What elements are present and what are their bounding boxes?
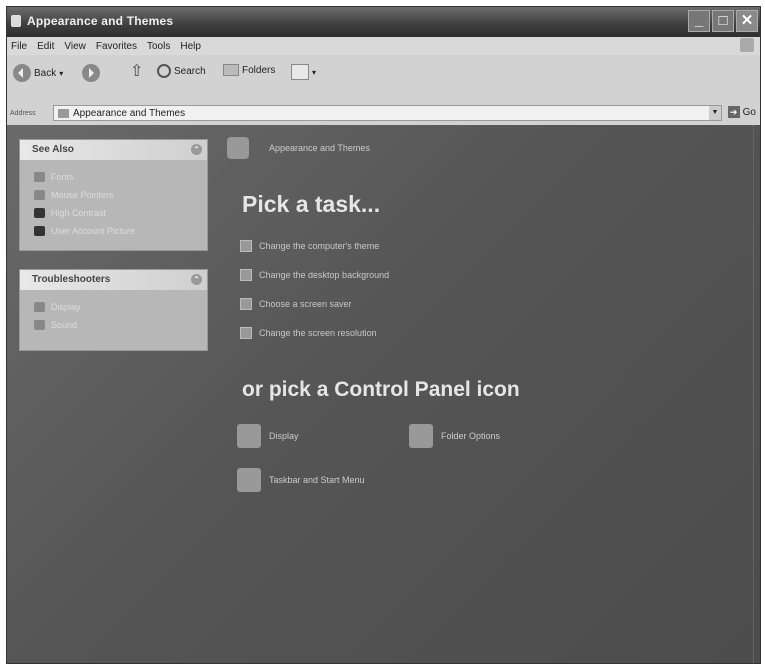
- folder-icon: [11, 15, 21, 27]
- item-label: Fonts: [51, 172, 74, 182]
- menu-tools[interactable]: Tools: [147, 41, 170, 52]
- sound-icon: [34, 320, 45, 330]
- see-also-panel: See Also ⌃ Fonts Mouse Pointers High Con…: [19, 139, 208, 251]
- task-label: Change the desktop background: [259, 270, 390, 280]
- cp-taskbar-start-menu[interactable]: Taskbar and Start Menu: [237, 468, 365, 492]
- cp-label: Display: [269, 431, 299, 441]
- task-screen-resolution[interactable]: Change the screen resolution: [240, 327, 377, 339]
- taskbar-icon: [237, 468, 261, 492]
- troubleshooters-header[interactable]: Troubleshooters ⌃: [20, 270, 207, 290]
- address-label: Address: [10, 110, 36, 117]
- up-button[interactable]: ⇧: [130, 63, 144, 80]
- windows-logo-icon: [740, 38, 754, 52]
- task-label: Change the screen resolution: [259, 328, 377, 338]
- cp-label: Taskbar and Start Menu: [269, 475, 365, 485]
- up-folder-icon: ⇧: [130, 63, 144, 80]
- views-icon: [291, 64, 309, 80]
- go-button[interactable]: ➔ Go: [727, 106, 756, 118]
- menu-favorites[interactable]: Favorites: [96, 41, 137, 52]
- toolbar: Back ▾ ⇧ Search Folders ▾: [7, 55, 760, 103]
- item-label: High Contrast: [51, 208, 107, 218]
- item-label: Mouse Pointers: [51, 190, 114, 200]
- title-bar[interactable]: Appearance and Themes _ □ ✕: [7, 7, 760, 37]
- pick-task-heading: Pick a task...: [242, 191, 381, 217]
- see-also-high-contrast[interactable]: High Contrast: [20, 204, 207, 222]
- folder-icon: [58, 108, 69, 118]
- back-label: Back: [34, 67, 57, 79]
- task-screen-saver[interactable]: Choose a screen saver: [240, 298, 352, 310]
- collapse-icon[interactable]: ⌃: [191, 274, 202, 285]
- fonts-icon: [34, 172, 45, 182]
- cp-display[interactable]: Display: [237, 424, 299, 448]
- maximize-button[interactable]: □: [712, 10, 734, 32]
- item-label: User Account Picture: [51, 226, 136, 236]
- see-also-fonts[interactable]: Fonts: [20, 168, 207, 186]
- folder-options-icon: [409, 424, 433, 448]
- back-button[interactable]: Back ▾: [13, 64, 63, 82]
- display-icon: [34, 302, 45, 312]
- back-arrow-icon: [13, 64, 31, 82]
- forward-button[interactable]: [82, 64, 100, 82]
- collapse-icon[interactable]: ⌃: [191, 144, 202, 155]
- minimize-button[interactable]: _: [688, 10, 710, 32]
- menu-view[interactable]: View: [64, 41, 86, 52]
- go-arrow-icon: ➔: [727, 106, 740, 118]
- task-arrow-icon: [240, 327, 252, 339]
- search-label: Search: [174, 65, 206, 77]
- task-change-theme[interactable]: Change the computer's theme: [240, 240, 379, 252]
- troubleshooter-display[interactable]: Display: [20, 298, 207, 316]
- cp-label: Folder Options: [441, 431, 501, 441]
- item-label: Display: [51, 302, 81, 312]
- mouse-pointer-icon: [34, 190, 45, 200]
- task-label: Choose a screen saver: [259, 299, 352, 309]
- menu-bar: File Edit View Favorites Tools Help: [7, 37, 760, 55]
- user-picture-icon: [34, 226, 45, 236]
- window-title: Appearance and Themes: [27, 14, 174, 28]
- explorer-window: Appearance and Themes _ □ ✕ File Edit Vi…: [6, 6, 761, 664]
- close-button[interactable]: ✕: [736, 10, 758, 32]
- troubleshooters-title: Troubleshooters: [32, 274, 111, 285]
- see-also-user-account-picture[interactable]: User Account Picture: [20, 222, 207, 240]
- task-label: Change the computer's theme: [259, 241, 380, 251]
- see-also-mouse-pointers[interactable]: Mouse Pointers: [20, 186, 207, 204]
- pick-icon-heading: or pick a Control Panel icon: [242, 378, 520, 401]
- address-bar: Address Appearance and Themes ▼ ➔ Go: [7, 102, 760, 125]
- menu-help[interactable]: Help: [180, 41, 201, 52]
- folders-label: Folders: [242, 64, 276, 76]
- item-label: Sound: [51, 320, 78, 330]
- see-also-header[interactable]: See Also ⌃: [20, 140, 207, 160]
- scrollbar[interactable]: [751, 125, 754, 663]
- views-button[interactable]: ▾: [291, 64, 316, 80]
- forward-arrow-icon: [82, 64, 100, 82]
- cp-folder-options[interactable]: Folder Options: [409, 424, 500, 448]
- folders-button[interactable]: Folders: [223, 64, 275, 76]
- category-title: Appearance and Themes: [269, 143, 370, 153]
- see-also-title: See Also: [32, 144, 74, 155]
- dropdown-arrow-icon: ▾: [59, 68, 64, 78]
- display-icon: [237, 424, 261, 448]
- task-change-background[interactable]: Change the desktop background: [240, 269, 389, 281]
- address-dropdown-icon[interactable]: ▼: [709, 106, 721, 120]
- task-arrow-icon: [240, 269, 252, 281]
- troubleshooter-sound[interactable]: Sound: [20, 316, 207, 334]
- appearance-themes-icon: [227, 137, 249, 159]
- search-button[interactable]: Search: [157, 64, 206, 78]
- address-value: Appearance and Themes: [73, 107, 186, 119]
- search-icon: [157, 64, 171, 78]
- troubleshooters-panel: Troubleshooters ⌃ Display Sound: [19, 269, 208, 351]
- menu-file[interactable]: File: [11, 41, 27, 52]
- go-label: Go: [742, 106, 756, 118]
- dropdown-arrow-icon: ▾: [312, 67, 317, 77]
- address-field[interactable]: Appearance and Themes ▼: [53, 105, 722, 121]
- task-arrow-icon: [240, 240, 252, 252]
- content-area: See Also ⌃ Fonts Mouse Pointers High Con…: [7, 125, 760, 663]
- high-contrast-icon: [34, 208, 45, 218]
- menu-edit[interactable]: Edit: [37, 41, 54, 52]
- folders-icon: [223, 64, 239, 76]
- task-arrow-icon: [240, 298, 252, 310]
